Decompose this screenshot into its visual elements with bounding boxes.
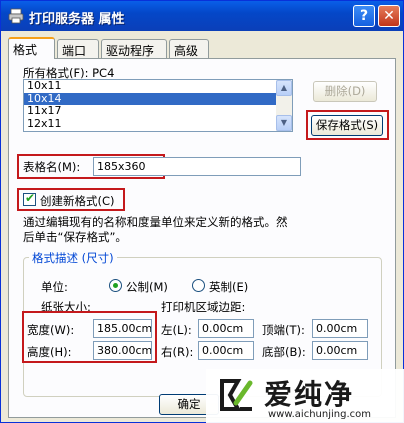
radio-selected-dot — [113, 283, 118, 288]
help-button[interactable]: ? — [353, 5, 375, 27]
english-radio[interactable] — [192, 279, 205, 292]
bottom-margin-label: 底部(B): — [262, 345, 306, 359]
units-label: 单位: — [41, 280, 68, 294]
form-name-label: 表格名(M): — [23, 160, 81, 174]
description-line-2: 后单击“保存格式”。 — [23, 230, 127, 244]
properties-window: 打印服务器 属性 ? ✕ 格式 端口 驱动程序 高级 所有格式(F): PC4 … — [0, 0, 404, 423]
checkmark-icon: ✔ — [25, 191, 36, 205]
bottom-margin-input[interactable]: 0.00cm — [312, 341, 368, 360]
window-title: 打印服务器 属性 — [29, 12, 125, 27]
height-label: 高度(H): — [27, 345, 72, 359]
save-form-button[interactable]: 保存格式(S) — [311, 115, 383, 136]
create-new-checkbox[interactable]: ✔ — [23, 191, 36, 206]
tab-ports[interactable]: 端口 — [57, 39, 99, 58]
scroll-down-icon[interactable]: ▼ — [276, 115, 292, 131]
close-button[interactable]: ✕ — [378, 5, 400, 27]
english-label[interactable]: 英制(E) — [209, 279, 248, 295]
list-item[interactable]: 12x11 — [24, 117, 292, 131]
left-margin-input[interactable]: 0.00cm — [198, 319, 254, 338]
list-scrollbar[interactable]: ▲ ▼ — [276, 80, 292, 131]
watermark-logo-icon — [220, 379, 253, 411]
forms-listbox[interactable]: 10x11 10x14 11x17 12x11 ▲ ▼ — [23, 79, 293, 132]
watermark: 爱纯净 www.aichunjing.com — [206, 369, 404, 423]
printer-icon — [8, 8, 24, 24]
description-line-1: 通过编辑现有的名称和度量单位来定义新的格式。然 — [23, 215, 288, 229]
list-item[interactable]: 11x17 — [24, 104, 292, 118]
create-new-label: 创建新格式(C) — [40, 194, 115, 208]
top-margin-input[interactable]: 0.00cm — [312, 319, 368, 338]
right-margin-label: 右(R): — [161, 345, 194, 359]
title-bar[interactable]: 打印服务器 属性 ? ✕ — [1, 1, 403, 31]
metric-radio[interactable] — [109, 279, 122, 292]
forms-panel: 所有格式(F): PC4 10x11 10x14 11x17 12x11 ▲ ▼… — [8, 58, 396, 418]
list-item-selected[interactable]: 10x14 — [24, 92, 292, 105]
margins-label: 打印机区域边距: — [161, 300, 246, 314]
height-input[interactable]: 380.00cm — [93, 341, 152, 360]
tab-forms[interactable]: 格式 — [8, 37, 55, 59]
scroll-up-icon[interactable]: ▲ — [276, 80, 292, 96]
watermark-url: www.aichunjing.com — [268, 409, 371, 420]
group-title: 格式描述 (尺寸) — [29, 250, 117, 266]
tab-advanced[interactable]: 高级 — [169, 39, 209, 58]
metric-label[interactable]: 公制(M) — [126, 279, 168, 295]
tab-drivers[interactable]: 驱动程序 — [101, 39, 167, 58]
list-item[interactable]: 10x11 — [24, 80, 292, 93]
delete-button[interactable]: 删除(D) — [313, 81, 377, 102]
left-margin-label: 左(L): — [161, 323, 192, 337]
width-label: 宽度(W): — [27, 323, 75, 337]
top-margin-label: 顶端(T): — [262, 323, 305, 337]
width-input[interactable]: 185.00cm — [93, 319, 152, 338]
watermark-brand: 爱纯净 — [264, 378, 355, 411]
form-name-input[interactable]: 185x360 — [93, 157, 301, 176]
right-margin-input[interactable]: 0.00cm — [198, 341, 254, 360]
